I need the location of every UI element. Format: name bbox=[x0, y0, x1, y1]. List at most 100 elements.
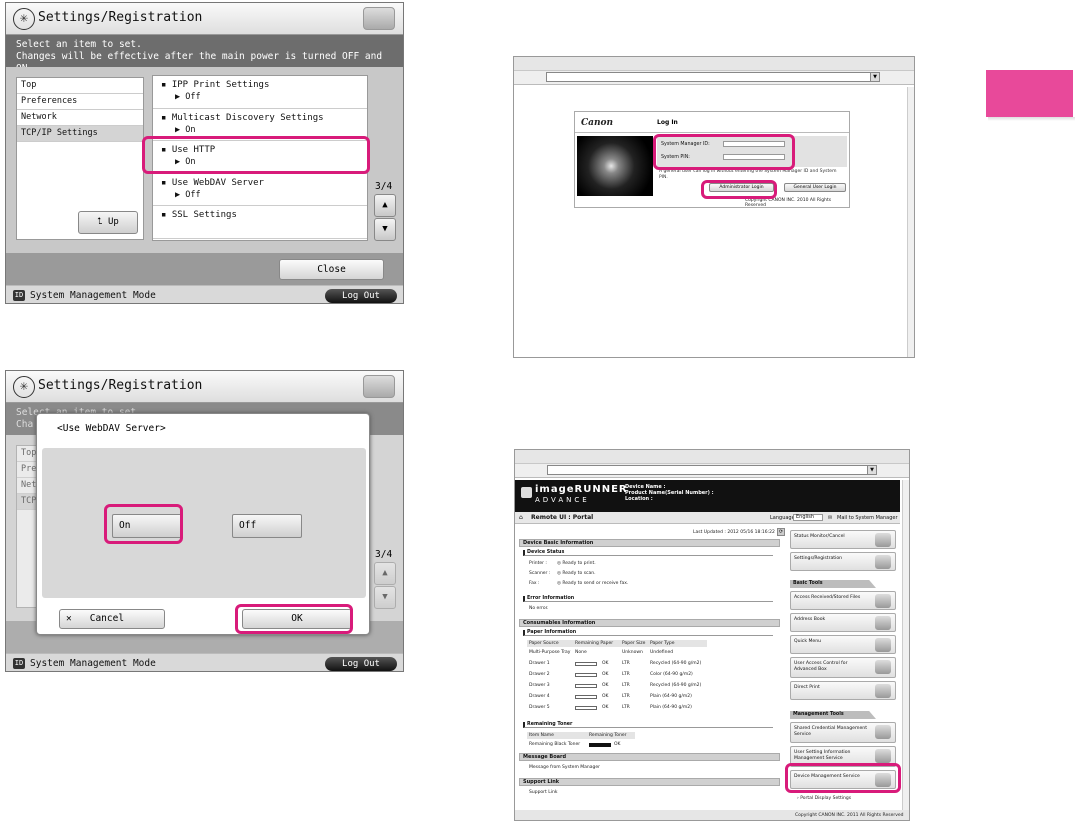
mail-link[interactable]: Mail to System Manager bbox=[837, 515, 898, 521]
paper-level-bar bbox=[575, 662, 597, 666]
page-indicator: 3/4 bbox=[375, 549, 393, 560]
cube-icon[interactable] bbox=[363, 7, 395, 30]
brand-sub: ADVANCE bbox=[535, 496, 590, 504]
triangle-down-icon: ▼ bbox=[382, 224, 388, 234]
nav-item-top[interactable]: Top bbox=[17, 78, 143, 94]
button-label: Direct Print bbox=[794, 685, 820, 690]
service-icon bbox=[875, 725, 891, 739]
on-button[interactable]: On bbox=[112, 514, 182, 538]
mode-label: System Management Mode bbox=[30, 658, 156, 669]
panel-footer: Close bbox=[6, 253, 403, 285]
address-input[interactable]: ▼ bbox=[546, 72, 880, 82]
section-tab-marker bbox=[986, 70, 1073, 117]
paper-size: Unknown bbox=[622, 650, 643, 655]
status-monitor-button[interactable]: Status Monitor/Cancel bbox=[790, 530, 896, 549]
setting-value: Off bbox=[185, 92, 201, 102]
address-book-button[interactable]: Address Book bbox=[790, 613, 896, 632]
paper-col-source: Paper Source bbox=[529, 641, 559, 646]
shared-credential-button[interactable]: Shared Credential Management Service bbox=[790, 722, 896, 743]
off-button[interactable]: Off bbox=[232, 514, 302, 538]
user-access-control-button[interactable]: User Access Control for Advanced Box bbox=[790, 657, 896, 678]
paper-type: Plain (64-90 g/m2) bbox=[650, 694, 692, 699]
management-tools-header: Management Tools bbox=[790, 711, 876, 719]
paper-remaining: OK bbox=[602, 661, 609, 666]
paper-size: LTR bbox=[622, 694, 630, 699]
portal-header: imageRUNNER ADVANCE Device Name : Produc… bbox=[515, 480, 900, 512]
language-select[interactable]: English bbox=[793, 514, 823, 521]
webdav-dialog: <Use WebDAV Server> On Off ✕ Cancel OK bbox=[36, 413, 370, 635]
browser-menu-bar bbox=[514, 57, 914, 71]
login-browser-window: ▼ Canon Log In System Manager ID: System… bbox=[513, 56, 915, 358]
logout-button[interactable]: Log Out bbox=[325, 657, 397, 671]
setting-row-ssl[interactable]: ▪ SSL Settings bbox=[153, 206, 367, 239]
canon-logo: Canon bbox=[581, 118, 614, 128]
refresh-icon[interactable]: ⟳ bbox=[777, 528, 785, 536]
access-files-button[interactable]: Access Received/Stored Files bbox=[790, 591, 896, 610]
setting-row-multicast[interactable]: ▪ Multicast Discovery Settings ▶ On bbox=[153, 109, 367, 141]
status-key: Fax : bbox=[529, 581, 540, 586]
settings-registration-button[interactable]: Settings/Registration bbox=[790, 552, 896, 571]
scroll-down-button: ▼ bbox=[374, 586, 396, 609]
setting-name: Use WebDAV Server bbox=[171, 177, 264, 188]
browser-address-bar: ▼ bbox=[515, 464, 909, 478]
page-indicator: 3/4 bbox=[375, 181, 393, 192]
paper-source: Drawer 3 bbox=[529, 683, 550, 688]
status-bar: ID System Management Mode Log Out bbox=[6, 285, 403, 303]
cube-icon[interactable] bbox=[363, 375, 395, 398]
button-label: Device Management Service bbox=[794, 774, 860, 779]
portal-display-settings-link[interactable]: › Portal Display Settings bbox=[797, 796, 851, 801]
scroll-down-button[interactable]: ▼ bbox=[374, 218, 396, 241]
vertical-scrollbar[interactable] bbox=[902, 480, 909, 820]
portal-icon: ⌂ bbox=[519, 514, 523, 521]
paper-source: Drawer 1 bbox=[529, 661, 550, 666]
login-title: Log In bbox=[657, 119, 678, 126]
setting-row-http[interactable]: ▪ Use HTTP ▶ On bbox=[153, 141, 367, 174]
scroll-up-button[interactable]: ▲ bbox=[374, 194, 396, 217]
close-button[interactable]: Close bbox=[279, 259, 384, 280]
logout-label: Log Out bbox=[342, 291, 380, 301]
id-icon: ID bbox=[13, 290, 25, 301]
triangle-down-icon: ▼ bbox=[382, 592, 388, 602]
up-button[interactable]: ⮤ Up bbox=[78, 211, 138, 234]
cancel-button[interactable]: ✕ Cancel bbox=[59, 609, 165, 629]
direct-print-button[interactable]: Direct Print bbox=[790, 681, 896, 700]
paper-col-remaining: Remaining Paper bbox=[575, 641, 614, 646]
toner-col-remaining: Remaining Toner bbox=[589, 733, 627, 738]
logout-button[interactable]: Log Out bbox=[325, 289, 397, 303]
setting-row-webdav[interactable]: ▪ Use WebDAV Server ▶ Off bbox=[153, 174, 367, 206]
title-bar: ✳ Settings/Registration bbox=[6, 371, 403, 403]
mode-label: System Management Mode bbox=[30, 290, 156, 301]
paper-type: Color (64-90 g/m2) bbox=[650, 672, 693, 677]
address-input[interactable]: ▼ bbox=[547, 465, 877, 475]
toner-level-bar bbox=[589, 743, 611, 747]
nav-item-tcpip[interactable]: TCP/IP Settings bbox=[17, 126, 143, 142]
dropdown-icon[interactable]: ▼ bbox=[867, 466, 876, 474]
status-text: Ready to scan. bbox=[562, 571, 596, 576]
ok-button[interactable]: OK bbox=[242, 609, 352, 629]
toner-status: OK bbox=[614, 742, 621, 747]
nav-item-preferences[interactable]: Preferences bbox=[17, 94, 143, 110]
admin-login-button[interactable]: Administrator Login bbox=[709, 183, 774, 192]
settings-icon: ✳ bbox=[13, 8, 35, 30]
paper-remaining: OK bbox=[602, 705, 609, 710]
status-key: Printer : bbox=[529, 561, 547, 566]
quick-menu-button[interactable]: Quick Menu bbox=[790, 635, 896, 654]
setting-value: On bbox=[185, 124, 196, 135]
general-login-button[interactable]: General User Login bbox=[784, 183, 846, 192]
dropdown-icon[interactable]: ▼ bbox=[870, 73, 879, 81]
setting-row-ipp[interactable]: ▪ IPP Print Settings ▶ Off bbox=[153, 76, 367, 109]
pin-input[interactable] bbox=[723, 154, 785, 160]
nav-item-network[interactable]: Network bbox=[17, 110, 143, 126]
portal-title: Remote UI : Portal bbox=[531, 514, 594, 521]
user-setting-info-button[interactable]: User Setting Information Management Serv… bbox=[790, 746, 896, 767]
support-link[interactable]: Support Link bbox=[529, 790, 557, 795]
manager-id-input[interactable] bbox=[723, 141, 785, 147]
device-management-service-button[interactable]: Device Management Service bbox=[790, 770, 896, 789]
panel-body: Top Preferences Network TCP/IP Settings … bbox=[6, 67, 403, 253]
paper-size: LTR bbox=[622, 683, 630, 688]
panel-title: Settings/Registration bbox=[38, 10, 203, 25]
setting-name: SSL Settings bbox=[171, 210, 237, 220]
vertical-scrollbar[interactable] bbox=[907, 87, 914, 357]
setting-value: On bbox=[185, 157, 196, 167]
section-support-link: Support Link bbox=[519, 778, 780, 786]
